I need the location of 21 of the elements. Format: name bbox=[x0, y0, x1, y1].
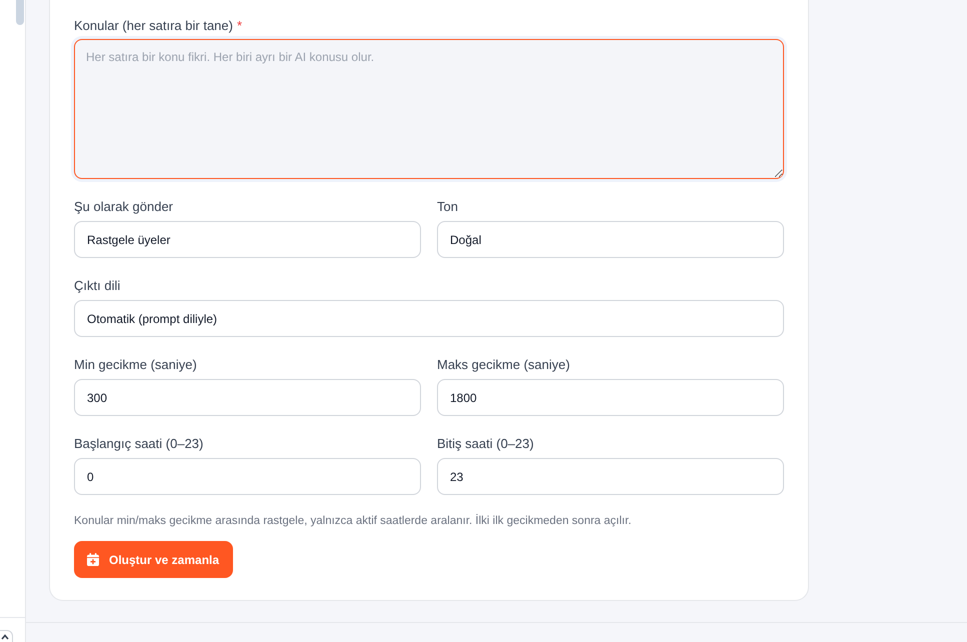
topics-textarea[interactable]: Her satıra bir konu fikri. Her biri ayrı bir AI konusu olur. bbox=[74, 39, 784, 179]
field-label: Başlangıç saati (0–23) bbox=[74, 436, 204, 452]
field-label: Ton bbox=[437, 199, 458, 215]
field-label: Min gecikme (saniye) bbox=[74, 357, 197, 373]
input-field[interactable]: 1800 bbox=[437, 379, 784, 416]
hint-text: Konular min/maks gecikme arasında rastgele, yalnızca aktif saatlerde aralanır. İlki ilk gecikmeden sonra açılır. bbox=[74, 513, 632, 529]
field-label: Konular (her satıra bir tane) bbox=[74, 18, 233, 34]
input-field[interactable]: 23 bbox=[437, 458, 784, 495]
input-field[interactable]: Doğal bbox=[437, 221, 784, 258]
field-label: Maks gecikme (saniye) bbox=[437, 357, 570, 373]
required-mark: * bbox=[236, 18, 242, 34]
scrollbar-thumb bbox=[16, 0, 24, 25]
input-field[interactable]: Otomatik (prompt diliyle) bbox=[74, 300, 784, 337]
input-field[interactable]: 300 bbox=[74, 379, 421, 416]
field-label: Şu olarak gönder bbox=[74, 199, 174, 215]
input-field[interactable]: 0 bbox=[74, 458, 421, 495]
chevron-icon bbox=[1, 634, 9, 640]
calendar-plus-icon bbox=[87, 553, 99, 566]
field-label: Çıktı dili bbox=[74, 278, 120, 294]
input-field[interactable]: Rastgele üyeler bbox=[74, 221, 421, 258]
field-label: Bitiş saati (0–23) bbox=[437, 436, 534, 452]
